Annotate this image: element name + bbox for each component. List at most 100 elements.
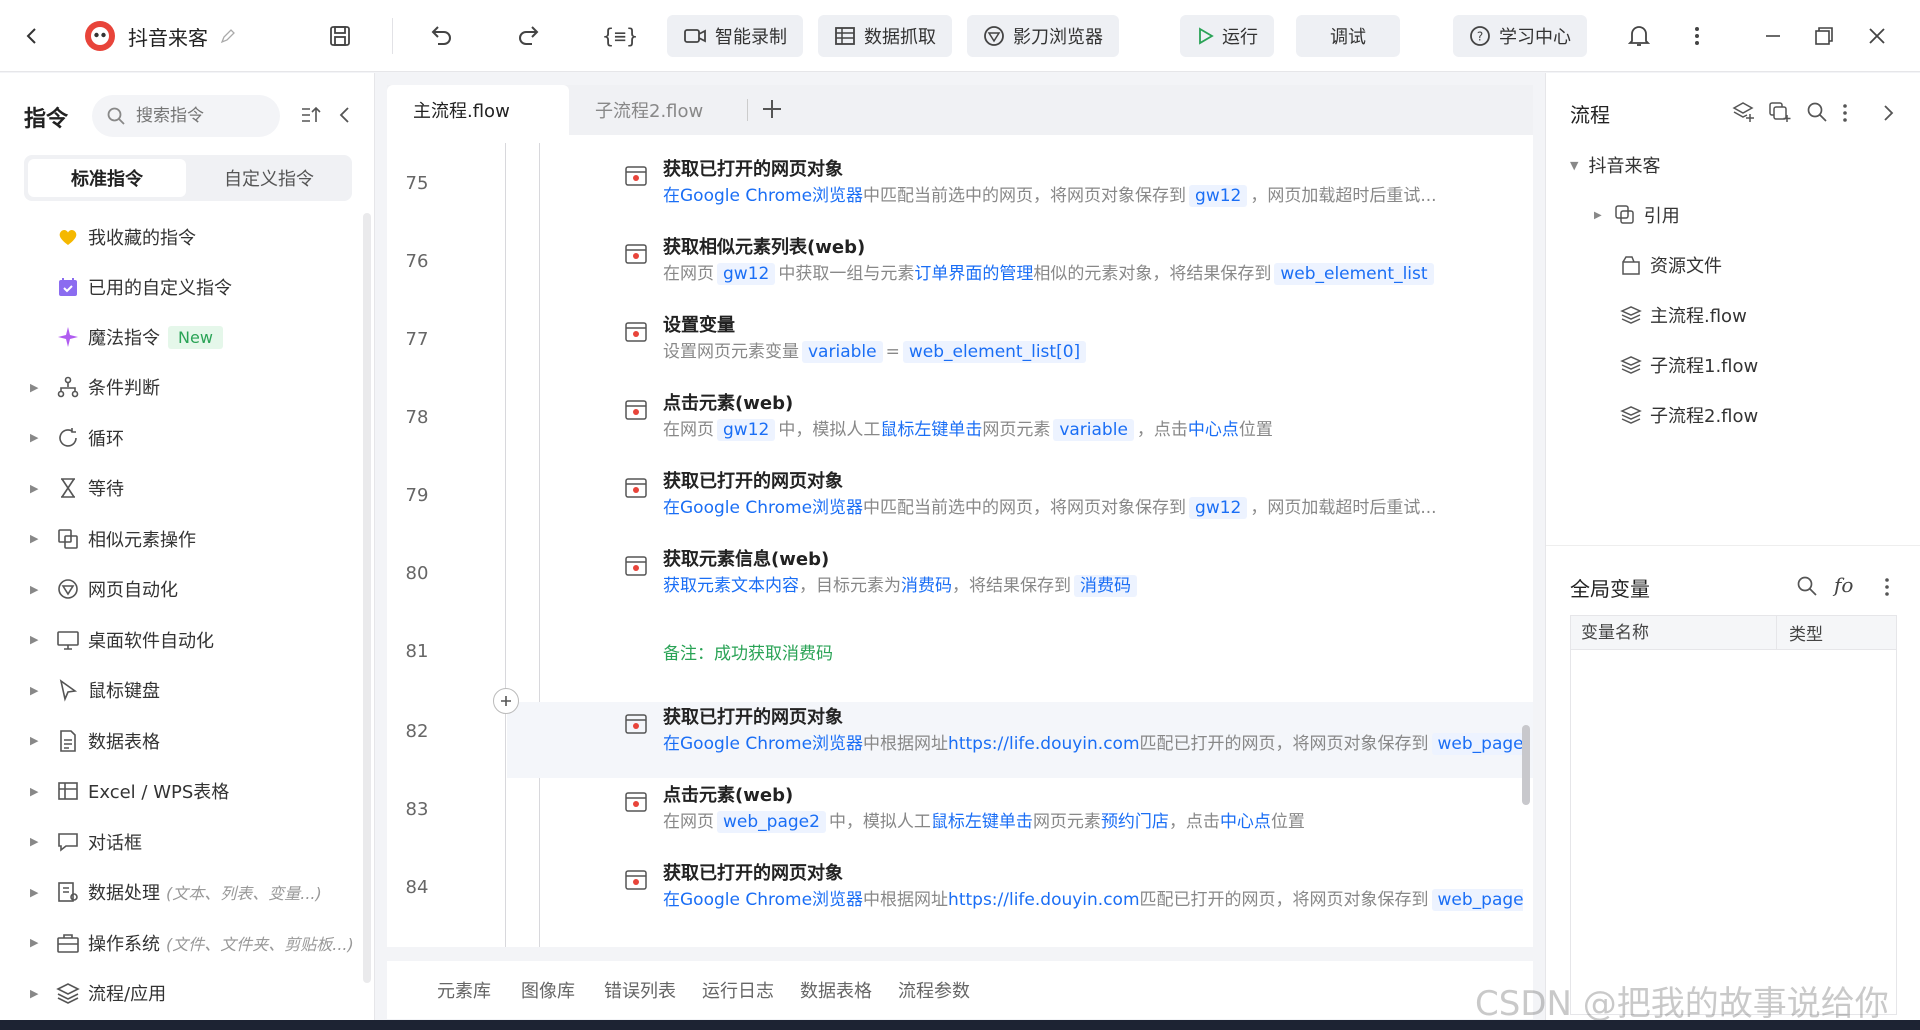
variable-chip[interactable]: gw12 <box>1189 185 1248 207</box>
function-add-icon[interactable]: fo <box>1834 573 1853 597</box>
globals-more-button[interactable] <box>1884 577 1890 597</box>
add-flow-button[interactable] <box>1732 101 1756 123</box>
tree-item[interactable]: 子流程1.flow <box>1620 345 1758 385</box>
param-link[interactable]: 鼠标左键单击 <box>880 420 982 440</box>
variable-chip[interactable]: gw12 <box>717 263 776 285</box>
redo-button[interactable] <box>516 0 542 72</box>
tree-item[interactable]: 子流程2.flow <box>1620 395 1758 435</box>
category-item[interactable]: ▶ 数据处理 (文本、列表、变量...) <box>0 870 360 914</box>
minimize-button[interactable] <box>1764 0 1782 72</box>
rename-button[interactable] <box>220 0 236 72</box>
flow-step-row[interactable]: 76 获取相似元素列表(web) 在网页 gw12 中获取一组与元素订单界面的管理相似的… <box>387 221 1533 299</box>
variable-chip[interactable]: variable <box>1053 419 1134 441</box>
variable-chip[interactable]: gw12 <box>717 419 776 441</box>
category-item[interactable]: ▶ 数据表格 <box>0 719 360 763</box>
search-input[interactable] <box>136 106 266 126</box>
bottom-tab[interactable]: 错误列表 <box>604 961 676 1019</box>
flow-step-row[interactable]: 82 获取已打开的网页对象 在Google Chrome浏览器中根据网址https:… <box>387 691 1533 769</box>
tab-main-flow[interactable]: 主流程.flow <box>387 85 569 135</box>
insert-step-button[interactable] <box>493 688 519 714</box>
flow-step-row[interactable]: 81 备注：成功获取消费码 <box>387 611 1533 689</box>
debug-button[interactable]: 调试 <box>1296 15 1400 57</box>
param-link[interactable]: 消费码 <box>901 576 952 596</box>
category-item[interactable]: ▶ 相似元素操作 <box>0 517 360 561</box>
flow-more-button[interactable] <box>1842 103 1848 123</box>
learning-center-button[interactable]: ? 学习中心 <box>1453 15 1587 57</box>
variable-chip[interactable]: web_element_list <box>1274 263 1434 285</box>
category-item[interactable]: ▶ 桌面软件自动化 <box>0 618 360 662</box>
category-item[interactable]: ▶ 等待 <box>0 466 360 510</box>
category-item[interactable]: ▶ 操作系统 (文件、文件夹、剪贴板...) <box>0 921 360 965</box>
tab-custom[interactable]: 自定义指令 <box>190 159 348 197</box>
magic-commands-item[interactable]: 魔法指令 New <box>0 315 360 359</box>
flow-search-button[interactable] <box>1806 101 1828 123</box>
notification-button[interactable] <box>1628 0 1650 72</box>
variable-chip[interactable]: 消费码 <box>1074 575 1137 597</box>
editor-scrollbar[interactable] <box>1522 725 1530 805</box>
favorites-item[interactable]: 我收藏的指令 <box>0 215 360 259</box>
flow-step-row[interactable]: 75 获取已打开的网页对象 在Google Chrome浏览器中匹配当前选中的网页，… <box>387 143 1533 221</box>
variable-chip[interactable]: web_page2 <box>717 811 826 833</box>
browser-button[interactable]: 影刀浏览器 <box>967 15 1119 57</box>
back-button[interactable] <box>22 0 42 72</box>
variable-chip[interactable]: gw12 <box>1189 497 1248 519</box>
category-item[interactable]: ▶ 网页自动化 <box>0 567 360 611</box>
panel-scrollbar[interactable] <box>363 213 371 983</box>
tree-root[interactable]: ▼ 抖音来客 <box>1570 145 1660 185</box>
flow-step-row[interactable]: 80 获取元素信息(web) 获取元素文本内容，目标元素为消费码，将结果保存到 消费码 <box>387 533 1533 611</box>
category-item[interactable]: ▶ 流程/应用 <box>0 971 360 1015</box>
category-item[interactable]: ▶ Excel / WPS表格 <box>0 769 360 813</box>
smart-record-button[interactable]: 智能录制 <box>667 15 803 57</box>
tree-item[interactable]: ▶ 引用 <box>1594 195 1680 235</box>
param-link[interactable]: 在Google Chrome浏览器 <box>663 734 863 754</box>
used-custom-item[interactable]: 已用的自定义指令 <box>0 265 360 309</box>
sort-button[interactable] <box>300 105 322 125</box>
code-view-button[interactable]: {≡} <box>602 0 638 72</box>
category-item[interactable]: ▶ 条件判断 <box>0 365 360 409</box>
param-link[interactable]: 中心点 <box>1188 420 1239 440</box>
variable-chip[interactable]: variable <box>802 341 883 363</box>
add-reference-button[interactable] <box>1768 101 1792 123</box>
param-link[interactable]: https://life.douyin.com <box>948 734 1139 754</box>
flow-step-row[interactable]: 84 获取已打开的网页对象 在Google Chrome浏览器中根据网址https:… <box>387 847 1533 925</box>
tab-standard[interactable]: 标准指令 <box>28 159 186 197</box>
flow-step-row[interactable]: 83 点击元素(web) 在网页 web_page2 中，模拟人工鼠标左键单击网页元素预… <box>387 769 1533 847</box>
param-link[interactable]: 鼠标左键单击 <box>931 812 1033 832</box>
collapse-panel-button[interactable] <box>338 105 352 125</box>
close-button[interactable] <box>1868 0 1886 72</box>
bottom-tab[interactable]: 图像库 <box>521 961 575 1019</box>
flow-step-row[interactable]: 79 获取已打开的网页对象 在Google Chrome浏览器中匹配当前选中的网页，… <box>387 455 1533 533</box>
param-link[interactable]: 中心点 <box>1220 812 1271 832</box>
maximize-button[interactable] <box>1814 0 1834 72</box>
variable-chip[interactable]: web_element_list[0] <box>902 341 1087 363</box>
flow-step-row[interactable]: 77 设置变量 设置网页元素变量 variable = web_element_list[… <box>387 299 1533 377</box>
bottom-tab[interactable]: 数据表格 <box>800 961 872 1019</box>
param-link[interactable]: 在Google Chrome浏览器 <box>663 890 863 910</box>
flow-step-row[interactable]: 78 点击元素(web) 在网页 gw12 中，模拟人工鼠标左键单击网页元素 variab… <box>387 377 1533 455</box>
undo-button[interactable] <box>428 0 454 72</box>
bottom-tab[interactable]: 运行日志 <box>702 961 774 1019</box>
param-link[interactable]: 获取元素文本内容 <box>663 576 799 596</box>
globals-search-button[interactable] <box>1796 575 1818 597</box>
variable-chip[interactable]: web_page2 <box>1431 889 1523 911</box>
tree-item[interactable]: 资源文件 <box>1620 245 1722 285</box>
category-item[interactable]: ▶ 鼠标键盘 <box>0 668 360 712</box>
param-link[interactable]: 订单界面的管理 <box>914 264 1033 284</box>
param-link[interactable]: https://life.douyin.com <box>948 890 1139 910</box>
data-grab-button[interactable]: 数据抓取 <box>818 15 952 57</box>
param-link[interactable]: 在Google Chrome浏览器 <box>663 498 863 518</box>
tab-subflow2[interactable]: 子流程2.flow <box>569 85 749 135</box>
collapse-right-button[interactable] <box>1882 103 1894 123</box>
category-item[interactable]: ▶ 对话框 <box>0 820 360 864</box>
category-item[interactable]: ▶ 循环 <box>0 416 360 460</box>
tree-item[interactable]: 主流程.flow <box>1620 295 1747 335</box>
bottom-tab[interactable]: 流程参数 <box>898 961 970 1019</box>
add-tab-button[interactable] <box>761 98 783 120</box>
param-link[interactable]: 在Google Chrome浏览器 <box>663 186 863 206</box>
bottom-tab[interactable]: 元素库 <box>437 961 491 1019</box>
variable-chip[interactable]: web_page2 <box>1431 733 1523 755</box>
save-button[interactable] <box>328 0 352 72</box>
more-menu-button[interactable] <box>1694 0 1700 72</box>
param-link[interactable]: 预约门店 <box>1101 812 1169 832</box>
run-button[interactable]: 运行 <box>1180 15 1274 57</box>
